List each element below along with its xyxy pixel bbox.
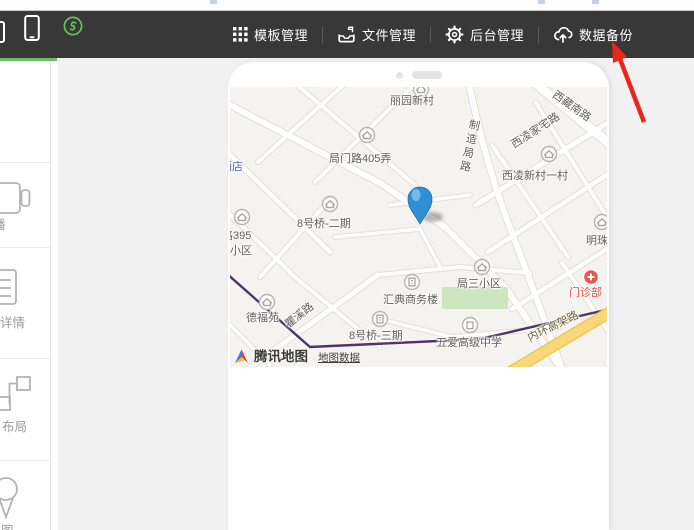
map-label: 汇典商务楼: [383, 291, 438, 307]
link-badge-icon[interactable]: [63, 16, 83, 41]
menu-divider: [322, 27, 323, 43]
sidebar: 播 详情 布局 图: [0, 61, 58, 530]
sidebar-item-label: 布局: [2, 416, 27, 435]
sidebar-item-label: 播: [0, 214, 6, 233]
map-label: 路395: [230, 227, 251, 243]
menu-item-template-manage[interactable]: 模板管理: [233, 25, 308, 44]
menu-divider: [538, 27, 539, 43]
phone-camera-dot: [396, 72, 403, 79]
grid-icon: [233, 27, 248, 42]
map-label: 门诊部: [569, 284, 602, 300]
menu-label: 后台管理: [470, 25, 524, 44]
map-label: 8号桥-二期: [297, 215, 351, 231]
file-manage-icon: [337, 25, 356, 44]
menu-item-file-manage[interactable]: 文件管理: [337, 25, 416, 44]
map-label: 酒店: [230, 158, 243, 174]
menu-label: 数据备份: [579, 25, 633, 44]
map-label: 局门路405弄: [329, 150, 391, 166]
menu-item-data-backup[interactable]: 数据备份: [553, 25, 633, 44]
sidebar-item-label: 图: [1, 520, 14, 530]
mobile-preview-icon[interactable]: [24, 14, 40, 47]
map-label: 五爱高级中学: [436, 334, 502, 350]
tencent-map-canvas[interactable]: 丽园新村 西藏南路 制造局路 西凌家宅路 西凌新村一村 局门路405弄 酒店 8…: [230, 87, 607, 367]
cutoff-desktop-icon: [0, 21, 5, 43]
map-attribution: 腾讯地图 地图数据: [233, 345, 360, 365]
gear-icon: [445, 25, 464, 44]
bookmark-fragment: [538, 0, 545, 4]
map-label: 局三小区: [457, 275, 501, 291]
app-screen: 模板管理 文件管理: [0, 0, 694, 530]
tencent-maps-logo-icon: [233, 348, 250, 365]
topbar: 模板管理 文件管理: [0, 11, 694, 58]
sidebar-item-carousel[interactable]: [0, 183, 50, 247]
menu-divider: [430, 27, 431, 43]
map-label: 小区: [230, 242, 252, 258]
cloud-upload-icon: [553, 26, 573, 44]
map-label: 丽园新村: [390, 92, 434, 108]
menu-label: 模板管理: [254, 25, 308, 44]
map-label: 西凌新村一村: [502, 167, 568, 183]
sidebar-item-label: 详情: [0, 312, 25, 331]
map-data-link[interactable]: 地图数据: [318, 350, 360, 365]
topbar-menu: 模板管理 文件管理: [233, 11, 633, 58]
map-label: 8号桥-三期: [349, 327, 403, 343]
bookmark-fragment: [592, 0, 599, 4]
bookmark-fragment: [210, 0, 217, 4]
map-label: 明珠家: [586, 232, 607, 248]
phone-preview-frame: 丽园新村 西藏南路 制造局路 西凌家宅路 西凌新村一村 局门路405弄 酒店 8…: [228, 62, 609, 530]
phone-speaker-pill: [412, 71, 442, 79]
map-label: 德福苑: [246, 309, 279, 325]
menu-item-backend-manage[interactable]: 后台管理: [445, 25, 524, 44]
clinic-poi-icon: [584, 270, 599, 285]
browser-edge-strip: [0, 0, 694, 11]
phone-speaker: [228, 68, 609, 82]
map-brand-label[interactable]: 腾讯地图: [254, 345, 308, 365]
menu-label: 文件管理: [362, 25, 416, 44]
